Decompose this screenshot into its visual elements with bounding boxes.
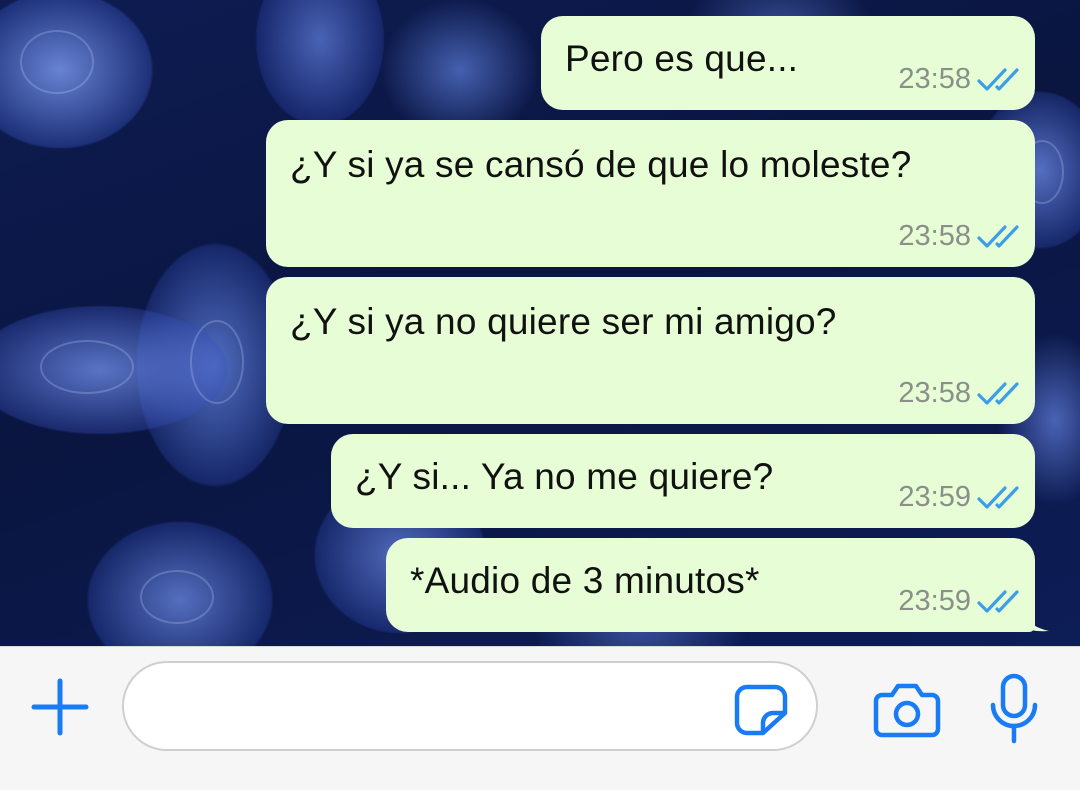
microphone-button[interactable] (986, 673, 1042, 745)
double-check-icon (977, 381, 1021, 407)
message-meta: 23:59 (898, 481, 1021, 514)
message-bubble[interactable]: ¿Y si ya se cansó de que lo moleste? 23:… (266, 120, 1035, 267)
camera-button[interactable] (872, 681, 942, 739)
message-text: ¿Y si... Ya no me quiere? (355, 456, 774, 497)
message-meta: 23:58 (898, 63, 1021, 96)
chat-screen: Pero es que... 23:58 ¿Y si ya se cansó d… (0, 0, 1080, 790)
sticker-button[interactable] (733, 683, 789, 737)
message-bubble[interactable]: ¿Y si ya no quiere ser mi amigo? 23:58 (266, 277, 1035, 424)
message-bubble[interactable]: *Audio de 3 minutos* 23:59 (386, 538, 1049, 632)
message-time: 23:58 (898, 220, 971, 252)
message-text: Pero es que... (565, 38, 799, 79)
message-meta: 23:59 (898, 585, 1021, 618)
message-time: 23:59 (898, 585, 971, 617)
bubble-tail (1019, 600, 1049, 632)
double-check-icon (977, 224, 1021, 250)
message-text: *Audio de 3 minutos* (410, 560, 760, 601)
camera-icon (873, 683, 941, 738)
double-check-icon (977, 589, 1021, 615)
plus-icon (31, 678, 89, 736)
attach-button[interactable] (30, 677, 90, 737)
message-input-bar (0, 646, 1080, 790)
message-input[interactable] (122, 661, 818, 751)
double-check-icon (977, 67, 1021, 93)
sticker-icon (734, 684, 788, 736)
message-time: 23:58 (898, 63, 971, 95)
message-time: 23:59 (898, 481, 971, 513)
microphone-icon (990, 673, 1038, 744)
message-meta: 23:58 (898, 377, 1021, 410)
message-bubble[interactable]: Pero es que... 23:58 (541, 16, 1035, 110)
message-meta: 23:58 (898, 220, 1021, 253)
message-time: 23:58 (898, 377, 971, 409)
message-bubble[interactable]: ¿Y si... Ya no me quiere? 23:59 (331, 434, 1035, 528)
message-text: ¿Y si ya no quiere ser mi amigo? (290, 301, 837, 342)
message-text: ¿Y si ya se cansó de que lo moleste? (290, 144, 912, 185)
double-check-icon (977, 485, 1021, 511)
